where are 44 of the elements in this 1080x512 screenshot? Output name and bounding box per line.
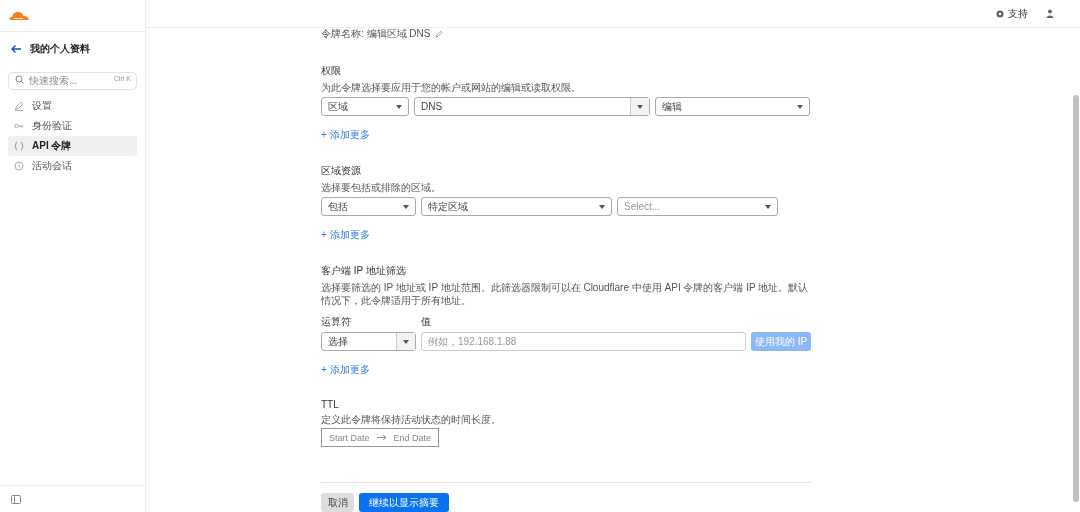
date-range-field[interactable]: Start Date End Date (321, 428, 440, 447)
sidebar-item[interactable]: API 令牌 (8, 136, 137, 156)
start-date-placeholder: Start Date (329, 432, 370, 443)
dropdown[interactable]: 特定区域 (421, 197, 612, 216)
sidebar-item[interactable]: 活动会话 (8, 156, 137, 176)
braces-icon (14, 141, 24, 151)
back-arrow-icon[interactable] (10, 44, 22, 54)
continue-button[interactable]: 继续以显示摘要 (359, 493, 449, 512)
clock-icon (14, 161, 24, 171)
dropdown[interactable]: DNS (414, 97, 650, 116)
section-description: 为此令牌选择要应用于您的帐户或网站的编辑或读取权限。 (321, 81, 582, 94)
field-label: 运算符 (321, 315, 352, 329)
section-description: 选择要包括或排除的区域。 (321, 181, 442, 194)
add-more-link[interactable]: + 添加更多 (321, 363, 370, 377)
section-description: 定义此令牌将保持活动状态的时间长度。 (321, 413, 502, 426)
sidebar-item[interactable]: 身份验证 (8, 116, 137, 136)
section-title: TTL (321, 399, 340, 410)
sidebar-title: 我的个人资料 (30, 42, 90, 56)
add-more-link[interactable]: + 添加更多 (321, 128, 370, 142)
cancel-button[interactable]: 取消 (321, 493, 354, 512)
section-description: 选择要筛选的 IP 地址或 IP 地址范围。此筛选器限制可以在 Cloudflare 中使用 API 令牌的客户端 IP 地址。默认情况下，此令牌适用于所有地址。 (321, 281, 810, 307)
end-date-placeholder: End Date (393, 432, 432, 443)
section-title: 客户端 IP 地址筛选 (321, 264, 407, 278)
sidebar-toggle-icon[interactable] (11, 494, 21, 504)
dropdown[interactable]: 选择 (321, 332, 416, 351)
search-icon (15, 75, 24, 84)
cloud-logo-icon[interactable] (8, 10, 30, 21)
key-icon (14, 121, 24, 131)
pencil-icon (14, 101, 24, 111)
ip-address-field[interactable]: 例如，192.168.1.88 (421, 332, 746, 351)
section-title: 区域资源 (321, 164, 362, 178)
dropdown[interactable]: 编辑 (655, 97, 810, 116)
dropdown[interactable]: 区域 (321, 97, 409, 116)
arrow-right-icon (376, 434, 387, 441)
field-label: 值 (421, 315, 431, 329)
dropdown[interactable]: 包括 (321, 197, 416, 216)
section-title: 权限 (321, 64, 342, 78)
support-link[interactable]: 支持 (1008, 6, 1028, 21)
pencil-icon[interactable] (435, 30, 444, 38)
token-name: 令牌名称: 编辑区域 DNS (321, 27, 431, 41)
sidebar-item[interactable]: 设置 (8, 96, 137, 116)
user-icon[interactable] (1046, 9, 1054, 18)
scrollbar-thumb[interactable] (1073, 95, 1079, 502)
add-more-link[interactable]: + 添加更多 (321, 228, 370, 242)
